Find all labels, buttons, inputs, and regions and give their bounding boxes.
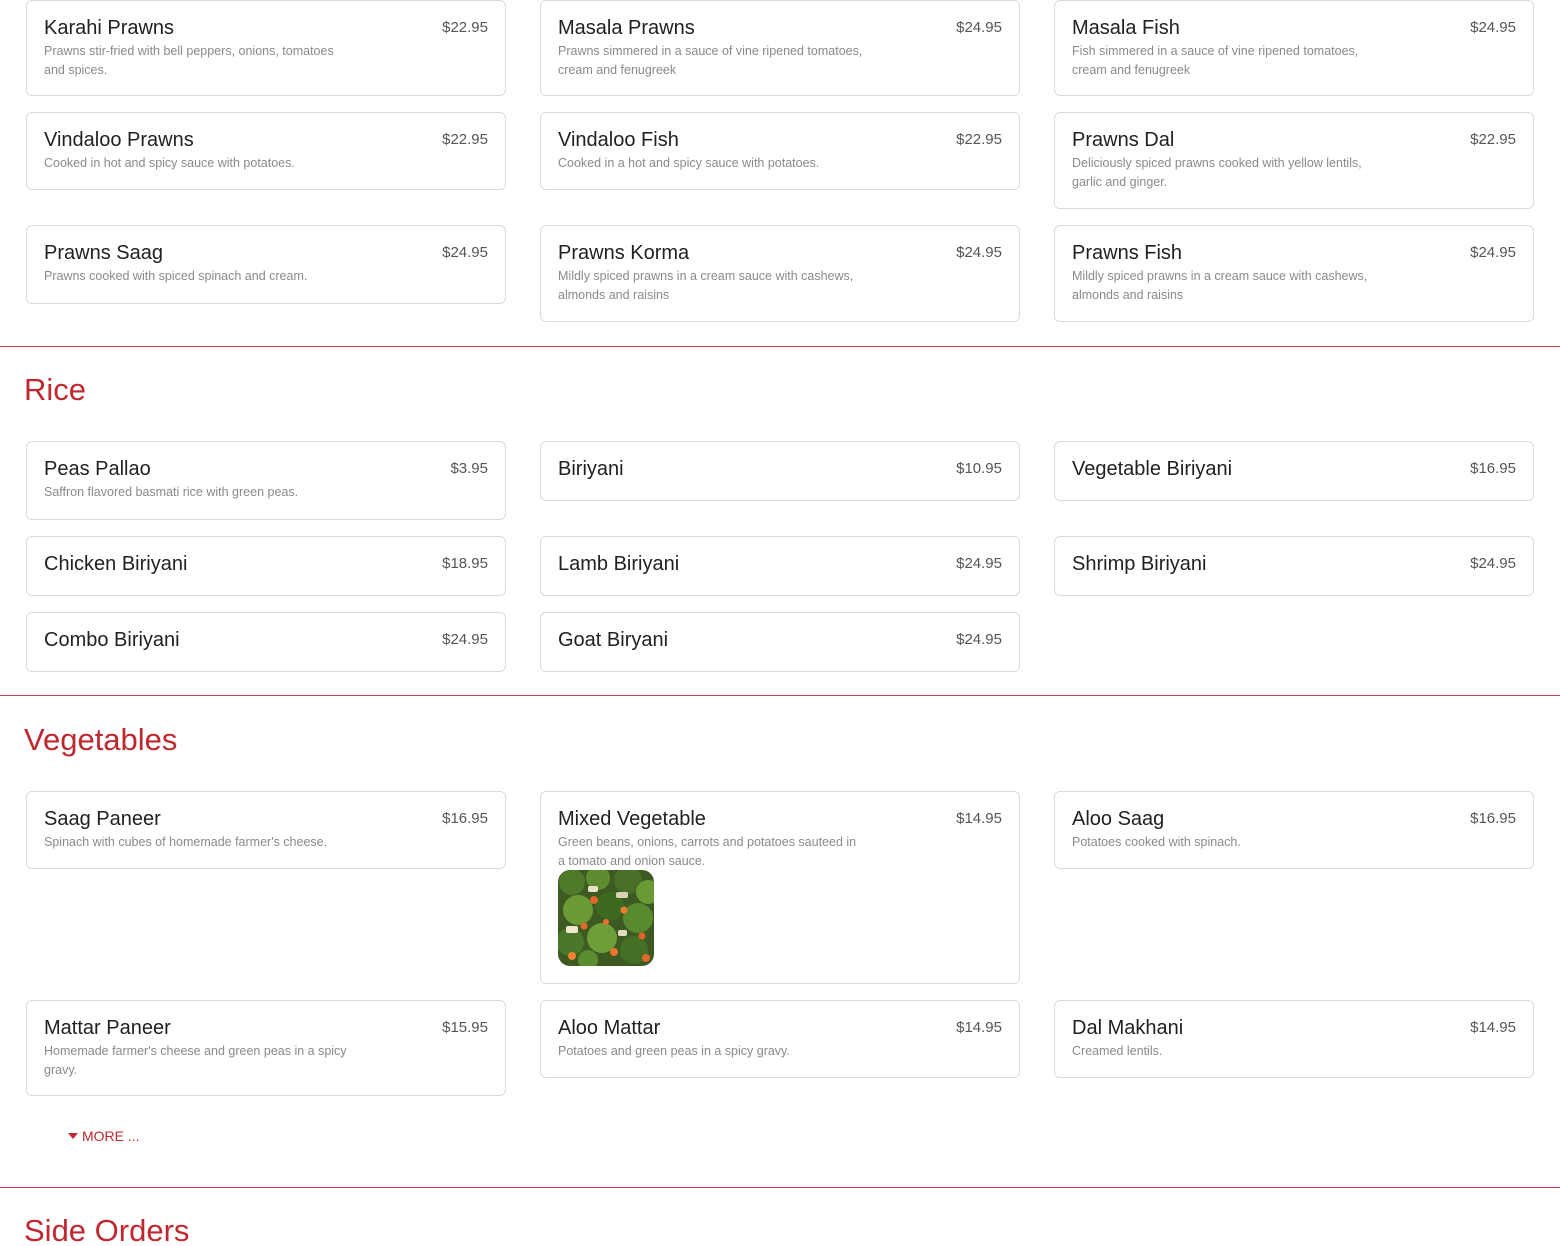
menu-item-card[interactable]: Combo Biriyani $24.95: [26, 612, 506, 672]
item-name: Dal Makhani: [1072, 1017, 1184, 1039]
item-name: Peas Pallao: [44, 458, 151, 480]
item-name: Prawns Dal: [1072, 129, 1175, 151]
item-price: $24.95: [442, 244, 488, 261]
menu-item-card[interactable]: Prawns Fish $24.95 Mildly spiced prawns …: [1054, 225, 1534, 322]
item-description: Homemade farmer's cheese and green peas …: [44, 1044, 347, 1077]
item-price: $24.95: [956, 631, 1002, 648]
item-name: Vindaloo Prawns: [44, 129, 194, 151]
item-price: $18.95: [442, 555, 488, 572]
item-description: Fish simmered in a sauce of vine ripened…: [1072, 44, 1359, 77]
item-description: Potatoes cooked with spinach.: [1072, 835, 1241, 849]
item-name: Saag Paneer: [44, 808, 161, 830]
item-description: Potatoes and green peas in a spicy gravy…: [558, 1044, 790, 1058]
item-name: Chicken Biriyani: [44, 553, 188, 575]
menu-item-card[interactable]: Shrimp Biriyani $24.95: [1054, 536, 1534, 596]
item-name: Prawns Korma: [558, 242, 690, 264]
section-divider: [0, 346, 1560, 347]
item-price: $24.95: [956, 19, 1002, 36]
menu-item-card[interactable]: Mixed Vegetable $14.95 Green beans, onio…: [540, 791, 1020, 984]
menu-item-card[interactable]: Lamb Biriyani $24.95: [540, 536, 1020, 596]
menu-item-card[interactable]: Dal Makhani $14.95 Creamed lentils.: [1054, 1000, 1534, 1078]
item-name: Aloo Saag: [1072, 808, 1165, 830]
section-title-side-orders: Side Orders: [24, 1213, 190, 1246]
item-description: Spinach with cubes of homemade farmer's …: [44, 835, 328, 849]
item-price: $14.95: [1470, 1019, 1516, 1036]
item-description: Cooked in a hot and spicy sauce with pot…: [558, 156, 820, 170]
menu-item-card[interactable]: Vindaloo Fish $22.95 Cooked in a hot and…: [540, 112, 1020, 190]
item-name: Vegetable Biriyani: [1072, 458, 1233, 480]
item-name: Combo Biriyani: [44, 629, 180, 651]
item-price: $3.95: [450, 460, 488, 477]
item-name: Prawns Fish: [1072, 242, 1183, 264]
item-price: $24.95: [442, 631, 488, 648]
item-description: Mildly spiced prawns in a cream sauce wi…: [1072, 269, 1368, 302]
item-name: Vindaloo Fish: [558, 129, 679, 151]
menu-item-card[interactable]: Chicken Biriyani $18.95: [26, 536, 506, 596]
menu-page: Karahi Prawns $22.95 Prawns stir-fried w…: [0, 0, 1560, 1246]
section-title-rice: Rice: [24, 372, 87, 407]
item-price: $16.95: [1470, 810, 1516, 827]
section-divider: [0, 1187, 1560, 1188]
item-price: $15.95: [442, 1019, 488, 1036]
menu-item-card[interactable]: Prawns Saag $24.95 Prawns cooked with sp…: [26, 225, 506, 304]
menu-item-card[interactable]: Vegetable Biriyani $16.95: [1054, 441, 1534, 501]
item-price: $22.95: [1470, 131, 1516, 148]
menu-item-card[interactable]: Aloo Mattar $14.95 Potatoes and green pe…: [540, 1000, 1020, 1078]
menu-item-card[interactable]: Aloo Saag $16.95 Potatoes cooked with sp…: [1054, 791, 1534, 869]
item-description: Mildly spiced prawns in a cream sauce wi…: [558, 269, 854, 302]
item-price: $22.95: [956, 131, 1002, 148]
menu-item-card[interactable]: Prawns Korma $24.95 Mildly spiced prawns…: [540, 225, 1020, 322]
caret-down-icon: [68, 1133, 78, 1139]
menu-item-card[interactable]: Saag Paneer $16.95 Spinach with cubes of…: [26, 791, 506, 869]
item-name: Goat Biryani: [558, 629, 669, 651]
menu-item-card[interactable]: Masala Prawns $24.95 Prawns simmered in …: [540, 0, 1020, 96]
food-photo[interactable]: [558, 870, 654, 966]
item-price: $24.95: [956, 555, 1002, 572]
item-description: Cooked in hot and spicy sauce with potat…: [44, 156, 295, 170]
item-description: Creamed lentils.: [1072, 1044, 1163, 1058]
item-price: $16.95: [442, 810, 488, 827]
item-name: Karahi Prawns: [44, 17, 175, 39]
section-divider: [0, 695, 1560, 696]
item-name: Mattar Paneer: [44, 1017, 171, 1039]
item-name: Prawns Saag: [44, 242, 163, 264]
item-name: Aloo Mattar: [558, 1017, 661, 1039]
item-price: $24.95: [1470, 19, 1516, 36]
menu-item-card[interactable]: Prawns Dal $22.95 Deliciously spiced pra…: [1054, 112, 1534, 209]
item-price: $22.95: [442, 19, 488, 36]
item-price: $24.95: [1470, 555, 1516, 572]
item-price: $14.95: [956, 810, 1002, 827]
item-description: Green beans, onions, carrots and potatoe…: [558, 835, 857, 868]
item-name: Lamb Biriyani: [558, 553, 680, 575]
menu-item-card[interactable]: Goat Biryani $24.95: [540, 612, 1020, 672]
item-price: $24.95: [1470, 244, 1516, 261]
more-button[interactable]: MORE ...: [68, 1128, 140, 1144]
item-name: Masala Fish: [1072, 17, 1180, 39]
menu-item-card[interactable]: Peas Pallao $3.95 Saffron flavored basma…: [26, 441, 506, 520]
item-price: $14.95: [956, 1019, 1002, 1036]
item-price: $10.95: [956, 460, 1002, 477]
item-name: Masala Prawns: [558, 17, 695, 39]
more-label: MORE ...: [82, 1128, 140, 1144]
item-name: Shrimp Biriyani: [1072, 553, 1207, 575]
item-name: Biriyani: [558, 458, 624, 480]
item-price: $24.95: [956, 244, 1002, 261]
item-price: $16.95: [1470, 460, 1516, 477]
item-description: Prawns cooked with spiced spinach and cr…: [44, 269, 308, 283]
menu-item-card[interactable]: Biriyani $10.95: [540, 441, 1020, 501]
menu-item-card[interactable]: Vindaloo Prawns $22.95 Cooked in hot and…: [26, 112, 506, 190]
section-title-vegetables: Vegetables: [24, 722, 178, 757]
item-price: $22.95: [442, 131, 488, 148]
menu-item-card[interactable]: Mattar Paneer $15.95 Homemade farmer's c…: [26, 1000, 506, 1096]
menu-item-card[interactable]: Karahi Prawns $22.95 Prawns stir-fried w…: [26, 0, 506, 96]
item-description: Saffron flavored basmati rice with green…: [44, 485, 299, 499]
item-description: Prawns stir-fried with bell peppers, oni…: [44, 44, 334, 77]
item-description: Prawns simmered in a sauce of vine ripen…: [558, 44, 863, 77]
menu-item-card[interactable]: Masala Fish $24.95 Fish simmered in a sa…: [1054, 0, 1534, 96]
item-description: Deliciously spiced prawns cooked with ye…: [1072, 156, 1362, 189]
item-name: Mixed Vegetable: [558, 808, 706, 830]
